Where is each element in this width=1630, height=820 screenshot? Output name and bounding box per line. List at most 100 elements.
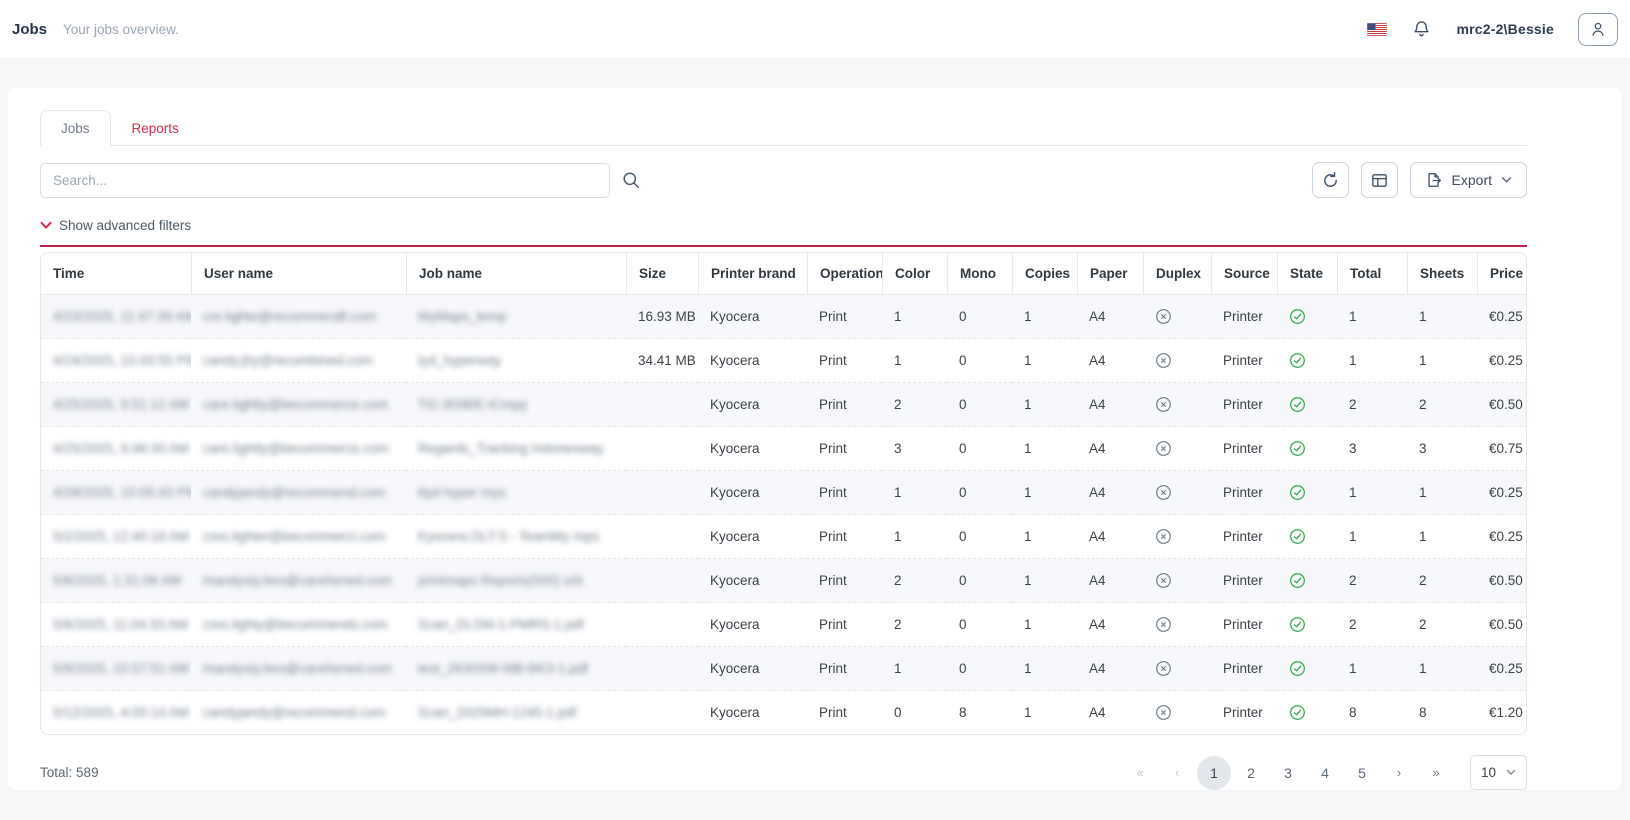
cell-total: 1 (1337, 295, 1407, 339)
column-header-time[interactable]: Time (41, 253, 191, 295)
pagination-page-5[interactable]: 5 (1345, 756, 1379, 790)
column-header-total[interactable]: Total (1337, 253, 1407, 295)
cell-total: 1 (1337, 339, 1407, 383)
column-header-printer-brand[interactable]: Printer brand (698, 253, 807, 295)
pagination-last-button[interactable]: » (1419, 756, 1453, 790)
account-button[interactable] (1578, 13, 1618, 46)
cell-printer-brand: Kyocera (698, 691, 807, 734)
cell-time: 4/23/2025, 11:47:39 AM (41, 295, 191, 339)
cell-paper: A4 (1077, 559, 1143, 603)
circle-check-icon (1289, 484, 1306, 501)
redacted-time: 4/24/2025, 10:43:55 PM (53, 353, 191, 368)
cell-size (626, 427, 698, 471)
cell-mono: 0 (947, 647, 1012, 691)
cell-printer-brand: Kyocera (698, 339, 807, 383)
toolbar: Export (40, 162, 1527, 198)
cell-printer-brand: Kyocera (698, 515, 807, 559)
column-header-sheets[interactable]: Sheets (1407, 253, 1477, 295)
cell-copies: 1 (1012, 559, 1077, 603)
cell-source: Printer (1211, 515, 1277, 559)
advanced-filters-label: Show advanced filters (59, 218, 191, 233)
column-header-duplex[interactable]: Duplex (1143, 253, 1211, 295)
chevron-down-icon (40, 221, 52, 230)
column-header-copies[interactable]: Copies (1012, 253, 1077, 295)
column-header-size[interactable]: Size (626, 253, 698, 295)
language-selector[interactable] (1367, 23, 1387, 36)
circle-x-icon (1155, 484, 1172, 501)
person-icon (1589, 20, 1607, 38)
table-row[interactable]: 4/25/2025, 9:51:12 AM care.lightly@becom… (41, 383, 1527, 427)
cell-total: 1 (1337, 647, 1407, 691)
current-user-label: mrc2-2\Bessie (1456, 21, 1554, 37)
cell-state (1277, 559, 1337, 603)
column-header-job-name[interactable]: Job name (406, 253, 626, 295)
tab-jobs[interactable]: Jobs (40, 110, 111, 146)
column-header-color[interactable]: Color (882, 253, 947, 295)
table-row[interactable]: 4/23/2025, 11:47:39 AM cre.lighte@recomm… (41, 295, 1527, 339)
page-size-select[interactable]: 10 (1470, 755, 1527, 790)
column-header-price[interactable]: Price (1477, 253, 1527, 295)
pagination-page-3[interactable]: 3 (1271, 756, 1305, 790)
table-row[interactable]: 4/24/2025, 10:43:55 PM candy.jhy@recombi… (41, 339, 1527, 383)
table-accent-line (40, 245, 1527, 247)
pagination-next-button[interactable]: › (1382, 756, 1416, 790)
table-row[interactable]: 5/6/2025, 1:31:06 AM mandysty.bes@carehe… (41, 559, 1527, 603)
redacted-job-name: Kyocera DLT-5 - TeamMy mps (418, 529, 599, 544)
pagination-page-1[interactable]: 1 (1197, 756, 1231, 790)
cell-price: €0.50 (1477, 383, 1527, 427)
circle-check-icon (1289, 396, 1306, 413)
jobs-card: Jobs Reports (8, 88, 1622, 790)
table-row[interactable]: 5/2/2025, 12:40:18 AM cres.lighter@becom… (41, 515, 1527, 559)
table-row[interactable]: 5/9/2025, 10:57:51 AM mandysty.bes@careh… (41, 647, 1527, 691)
column-header-source[interactable]: Source (1211, 253, 1277, 295)
page-subtitle: Your jobs overview. (63, 22, 179, 37)
table-row[interactable]: 4/25/2025, 9:48:30 AM care.lightly@becom… (41, 427, 1527, 471)
pagination-page-4[interactable]: 4 (1308, 756, 1342, 790)
cell-paper: A4 (1077, 647, 1143, 691)
circle-x-icon (1155, 616, 1172, 633)
redacted-time: 5/9/2025, 10:57:51 AM (53, 661, 189, 676)
notifications-button[interactable] (1411, 19, 1432, 40)
table-row[interactable]: 5/6/2025, 11:04:33 AM cres.lighty@becomm… (41, 603, 1527, 647)
pagination-first-button[interactable]: « (1123, 756, 1157, 790)
cell-mono: 8 (947, 691, 1012, 734)
cell-paper: A4 (1077, 427, 1143, 471)
search-icon (621, 170, 641, 190)
column-header-paper[interactable]: Paper (1077, 253, 1143, 295)
pagination-page-2[interactable]: 2 (1234, 756, 1268, 790)
page-size-value: 10 (1481, 765, 1496, 780)
column-header-mono[interactable]: Mono (947, 253, 1012, 295)
cell-copies: 1 (1012, 295, 1077, 339)
cell-state (1277, 515, 1337, 559)
cell-duplex (1143, 559, 1211, 603)
cell-mono: 0 (947, 515, 1012, 559)
export-button[interactable]: Export (1410, 162, 1527, 198)
cell-sheets: 2 (1407, 603, 1477, 647)
column-header-operation[interactable]: Operation (807, 253, 882, 295)
advanced-filters-toggle[interactable]: Show advanced filters (40, 218, 191, 233)
search-input[interactable] (40, 163, 610, 198)
column-header-user-name[interactable]: User name (191, 253, 406, 295)
cell-time: 4/24/2025, 10:43:55 PM (41, 339, 191, 383)
redacted-time: 5/6/2025, 11:04:33 AM (53, 617, 188, 632)
cell-state (1277, 691, 1337, 734)
refresh-button[interactable] (1312, 162, 1349, 198)
search-button[interactable] (617, 166, 645, 194)
circle-x-icon (1155, 572, 1172, 589)
cell-operation: Print (807, 427, 882, 471)
cell-total: 2 (1337, 559, 1407, 603)
cell-source: Printer (1211, 603, 1277, 647)
column-header-state[interactable]: State (1277, 253, 1337, 295)
columns-button[interactable] (1361, 162, 1398, 198)
tab-reports[interactable]: Reports (111, 110, 200, 146)
circle-check-icon (1289, 704, 1306, 721)
total-label: Total: (40, 765, 72, 780)
pagination-prev-button[interactable]: ‹ (1160, 756, 1194, 790)
cell-user-name: cre.lighte@recommeraft.com (191, 295, 406, 339)
cell-time: 5/6/2025, 1:31:06 AM (41, 559, 191, 603)
cell-price: €0.25 (1477, 295, 1527, 339)
table-body: 4/23/2025, 11:47:39 AM cre.lighte@recomm… (41, 295, 1527, 734)
table-row[interactable]: 4/28/2025, 10:05:43 PM candyjandy@recomm… (41, 471, 1527, 515)
columns-icon (1370, 171, 1389, 190)
table-row[interactable]: 5/12/2025, 4:00:14 AM candyjandy@recomme… (41, 691, 1527, 734)
